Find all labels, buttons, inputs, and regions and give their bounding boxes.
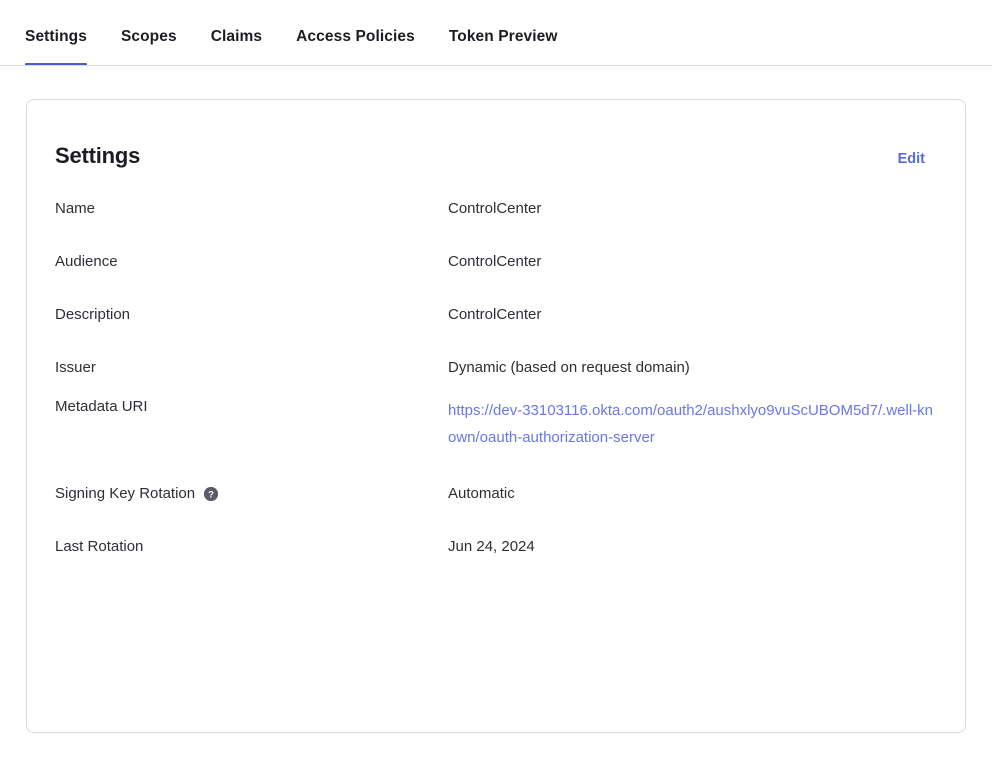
field-row-name: Name ControlCenter	[55, 199, 937, 219]
tab-settings[interactable]: Settings	[25, 27, 107, 67]
tab-settings-label: Settings	[25, 27, 87, 45]
field-row-issuer: Issuer Dynamic (based on request domain)	[55, 358, 937, 378]
tab-token-preview-label: Token Preview	[448, 27, 558, 45]
field-row-last-rotation: Last Rotation Jun 24, 2024	[55, 537, 937, 557]
tab-scopes-label: Scopes	[120, 27, 177, 45]
tab-scopes[interactable]: Scopes	[120, 27, 203, 67]
tab-access-policies-label: Access Policies	[296, 27, 415, 45]
field-value: Automatic	[448, 485, 515, 502]
field-label: Name	[55, 200, 96, 217]
svg-text:?: ?	[208, 489, 214, 500]
field-label: Metadata URI	[55, 398, 148, 415]
field-value: Jun 24, 2024	[448, 538, 535, 555]
field-label-group: Signing Key Rotation ?	[55, 484, 448, 504]
field-label: Issuer	[55, 359, 96, 376]
field-row-signing-key-rotation: Signing Key Rotation ? Automatic	[55, 484, 937, 504]
tab-token-preview[interactable]: Token Preview	[448, 27, 584, 67]
field-label: Signing Key Rotation	[55, 485, 196, 502]
tab-claims[interactable]: Claims	[210, 27, 288, 67]
field-value: Dynamic (based on request domain)	[448, 359, 690, 376]
metadata-uri-link[interactable]: https://dev-33103116.okta.com/oauth2/aus…	[448, 397, 937, 451]
help-circle-icon[interactable]: ?	[204, 487, 219, 501]
tab-bar: Settings Scopes Claims Access Policies T…	[0, 0, 992, 66]
settings-field-list: Name ControlCenter Audience ControlCente…	[27, 167, 965, 557]
tab-access-policies[interactable]: Access Policies	[296, 27, 441, 67]
settings-card: Settings Edit Name ControlCenter Audienc…	[26, 99, 966, 733]
edit-button[interactable]: Edit	[898, 152, 925, 167]
field-value: ControlCenter	[448, 253, 542, 270]
field-row-description: Description ControlCenter	[55, 305, 937, 325]
tab-bar-divider	[0, 65, 992, 66]
tab-claims-label: Claims	[210, 27, 263, 45]
card-header: Settings Edit	[27, 100, 965, 167]
tab-list: Settings Scopes Claims Access Policies T…	[0, 0, 992, 66]
field-row-metadata-uri: Metadata URI https://dev-33103116.okta.c…	[55, 397, 937, 451]
field-label: Audience	[55, 253, 118, 270]
field-value: ControlCenter	[448, 200, 542, 217]
field-label: Description	[55, 306, 131, 323]
page-title: Settings	[55, 143, 141, 168]
field-row-audience: Audience ControlCenter	[55, 252, 937, 272]
field-value: ControlCenter	[448, 306, 542, 323]
field-label: Last Rotation	[55, 538, 144, 555]
